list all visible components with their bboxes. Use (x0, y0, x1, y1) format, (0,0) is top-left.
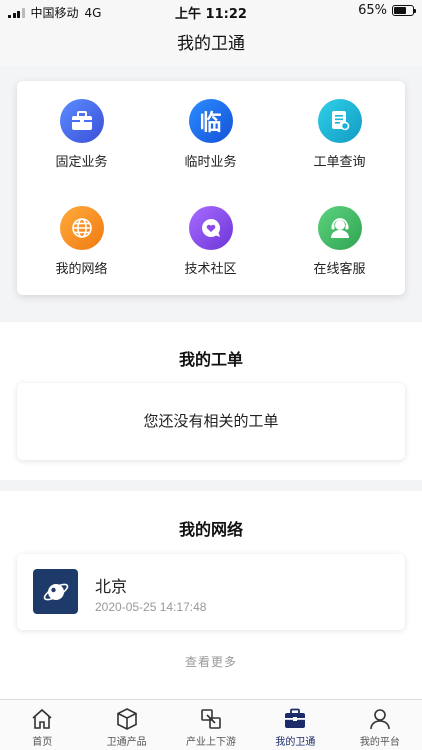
status-right: 65% (358, 3, 416, 18)
service-my-network[interactable]: 我的网络 (17, 188, 146, 292)
status-bar: 中国移动 4G 上午 11:22 65% (0, 0, 422, 22)
chat-heart-icon (188, 206, 233, 250)
user-icon (338, 705, 422, 733)
service-label: 技术社区 (184, 262, 237, 277)
view-more-link[interactable]: 查看更多 (0, 653, 422, 670)
service-ticket-query[interactable]: 工单查询 (275, 81, 404, 185)
tab-my-weitong[interactable]: 我的卫通 (253, 700, 337, 750)
tab-label: 卫通产品 (106, 737, 147, 748)
briefcase-icon (59, 99, 104, 143)
services-card: 固定业务 临 临时业务 工单查询 我的网络 技术社区 在线客服 (17, 81, 405, 295)
briefcase-icon (253, 705, 337, 733)
service-label: 临时业务 (184, 155, 237, 170)
headset-agent-icon (317, 206, 362, 250)
tab-label: 我的卫通 (275, 737, 316, 748)
tab-products[interactable]: 卫通产品 (84, 700, 168, 750)
service-temporary[interactable]: 临 临时业务 (146, 81, 275, 185)
network-item[interactable]: 北京 2020-05-25 14:17:48 (17, 554, 405, 630)
service-online-support[interactable]: 在线客服 (275, 188, 404, 292)
lin-char-icon: 临 (188, 99, 233, 143)
network-name: 北京 (95, 577, 128, 596)
battery-icon (392, 5, 416, 16)
box-icon (84, 705, 168, 733)
network-time: 2020-05-25 14:17:48 (95, 600, 207, 614)
tab-home[interactable]: 首页 (0, 700, 84, 750)
service-fixed[interactable]: 固定业务 (17, 81, 146, 185)
tickets-empty-card: 您还没有相关的工单 (17, 383, 405, 460)
chain-icon (169, 705, 253, 733)
tab-industry[interactable]: 产业上下游 (169, 700, 253, 750)
service-label: 固定业务 (55, 155, 108, 170)
satellite-planet-icon (33, 569, 78, 614)
service-tech-community[interactable]: 技术社区 (146, 188, 275, 292)
tab-label: 产业上下游 (186, 737, 237, 748)
services-section: 固定业务 临 临时业务 工单查询 我的网络 技术社区 在线客服 (0, 66, 422, 311)
service-label: 在线客服 (313, 262, 366, 277)
home-icon (0, 705, 84, 733)
service-label: 我的网络 (55, 262, 108, 277)
document-search-icon (317, 99, 362, 143)
globe-icon (59, 206, 104, 250)
tab-bar: 首页 卫通产品 产业上下游 我的卫通 我的平台 (0, 699, 422, 750)
nav-title: 我的卫通 (0, 22, 422, 66)
network-section: 我的网络 北京 2020-05-25 14:17:48 查看更多 (0, 491, 422, 699)
network-title: 我的网络 (178, 520, 243, 539)
tickets-title: 我的工单 (178, 350, 243, 369)
tab-my-platform[interactable]: 我的平台 (338, 700, 422, 750)
tab-label: 首页 (32, 737, 53, 748)
service-label: 工单查询 (313, 155, 366, 170)
tickets-section: 我的工单 您还没有相关的工单 (0, 322, 422, 480)
tab-label: 我的平台 (359, 737, 400, 748)
battery-percent: 65% (358, 3, 387, 18)
